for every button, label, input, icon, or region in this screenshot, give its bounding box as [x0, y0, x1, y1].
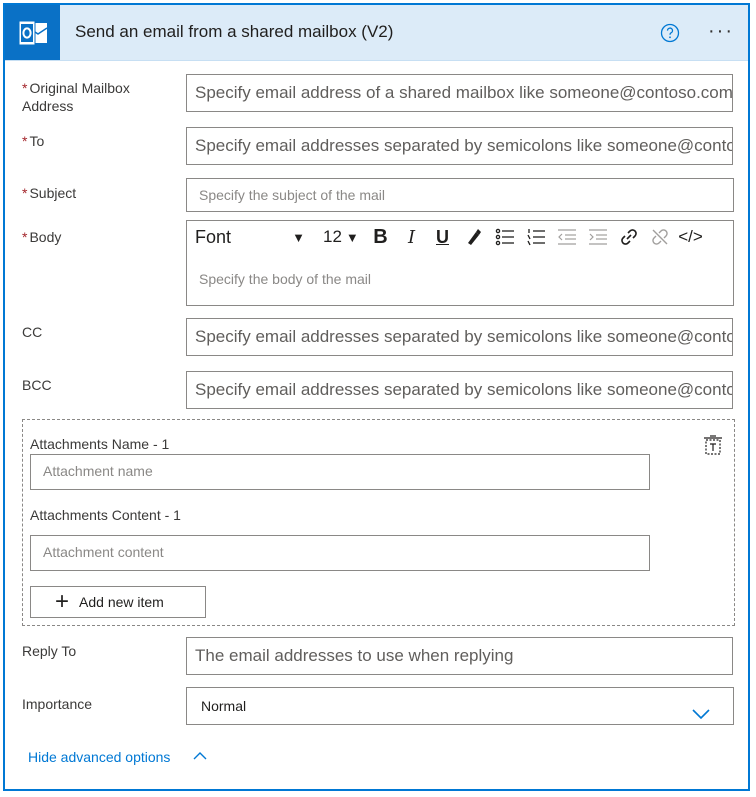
bcc-label: BCC: [22, 377, 52, 393]
required-marker: *: [22, 133, 28, 149]
cc-label: CC: [22, 324, 43, 340]
hide-advanced-options-link[interactable]: Hide advanced options: [28, 749, 170, 765]
to-label: * To: [22, 133, 45, 149]
importance-label: Importance: [22, 696, 93, 712]
rich-text-toolbar: Font ▼ 12 ▼ B I U </>: [187, 221, 733, 253]
card-title: Send an email from a shared mailbox (V2): [75, 22, 394, 41]
body-label: * Body: [22, 229, 62, 245]
card-header[interactable]: Send an email from a shared mailbox (V2)…: [5, 5, 748, 61]
attachment-name-input[interactable]: Attachment name: [30, 454, 650, 490]
unlink-icon[interactable]: [644, 222, 675, 252]
highlight-color-icon[interactable]: [458, 222, 489, 252]
attachments-content-label: Attachments Content - 1: [30, 507, 181, 523]
outlook-icon: [5, 5, 60, 60]
body-editor[interactable]: Font ▼ 12 ▼ B I U </> Specify the body o…: [186, 220, 734, 306]
attachments-group: Attachments Name - 1 Attachment name Att…: [22, 419, 735, 626]
help-circle-icon[interactable]: [660, 23, 680, 43]
chevron-down-icon: [691, 698, 711, 724]
italic-icon[interactable]: I: [396, 222, 427, 252]
font-size-dropdown[interactable]: 12 ▼: [315, 227, 365, 247]
original-mailbox-label: * Original Mailbox Address: [22, 80, 130, 114]
bold-icon[interactable]: B: [365, 222, 396, 252]
numbered-list-icon[interactable]: [520, 222, 551, 252]
delete-item-icon[interactable]: [702, 434, 724, 461]
reply-to-label: Reply To: [22, 643, 77, 659]
action-card: Send an email from a shared mailbox (V2)…: [3, 3, 750, 791]
required-marker: *: [22, 229, 28, 245]
importance-dropdown[interactable]: Normal: [186, 687, 734, 725]
caret-down-icon: ▼: [292, 229, 305, 245]
decrease-indent-icon[interactable]: [551, 222, 582, 252]
more-options-icon[interactable]: ···: [708, 21, 734, 41]
required-marker: *: [22, 80, 28, 96]
code-view-icon[interactable]: </>: [675, 222, 706, 252]
bcc-input[interactable]: Specify email addresses separated by sem…: [186, 371, 733, 409]
plus-icon: +: [55, 588, 70, 615]
caret-down-icon: ▼: [345, 229, 359, 245]
body-placeholder: Specify the body of the mail: [199, 271, 371, 287]
cc-input[interactable]: Specify email addresses separated by sem…: [186, 318, 733, 356]
underline-icon[interactable]: U: [427, 222, 458, 252]
subject-input[interactable]: Specify the subject of the mail: [186, 178, 734, 212]
reply-to-input[interactable]: The email addresses to use when replying: [186, 637, 733, 675]
add-new-item-button[interactable]: + Add new item: [30, 586, 206, 618]
increase-indent-icon[interactable]: [582, 222, 613, 252]
bullet-list-icon[interactable]: [489, 222, 520, 252]
original-mailbox-input[interactable]: Specify email address of a shared mailbo…: [186, 74, 733, 112]
chevron-up-icon[interactable]: [192, 749, 208, 767]
attachments-name-label: Attachments Name - 1: [30, 436, 170, 452]
link-icon[interactable]: [613, 222, 644, 252]
required-marker: *: [22, 185, 28, 201]
to-input[interactable]: Specify email addresses separated by sem…: [186, 127, 733, 165]
font-dropdown[interactable]: Font ▼: [187, 227, 315, 248]
attachment-content-input[interactable]: Attachment content: [30, 535, 650, 571]
subject-label: * Subject: [22, 185, 77, 201]
